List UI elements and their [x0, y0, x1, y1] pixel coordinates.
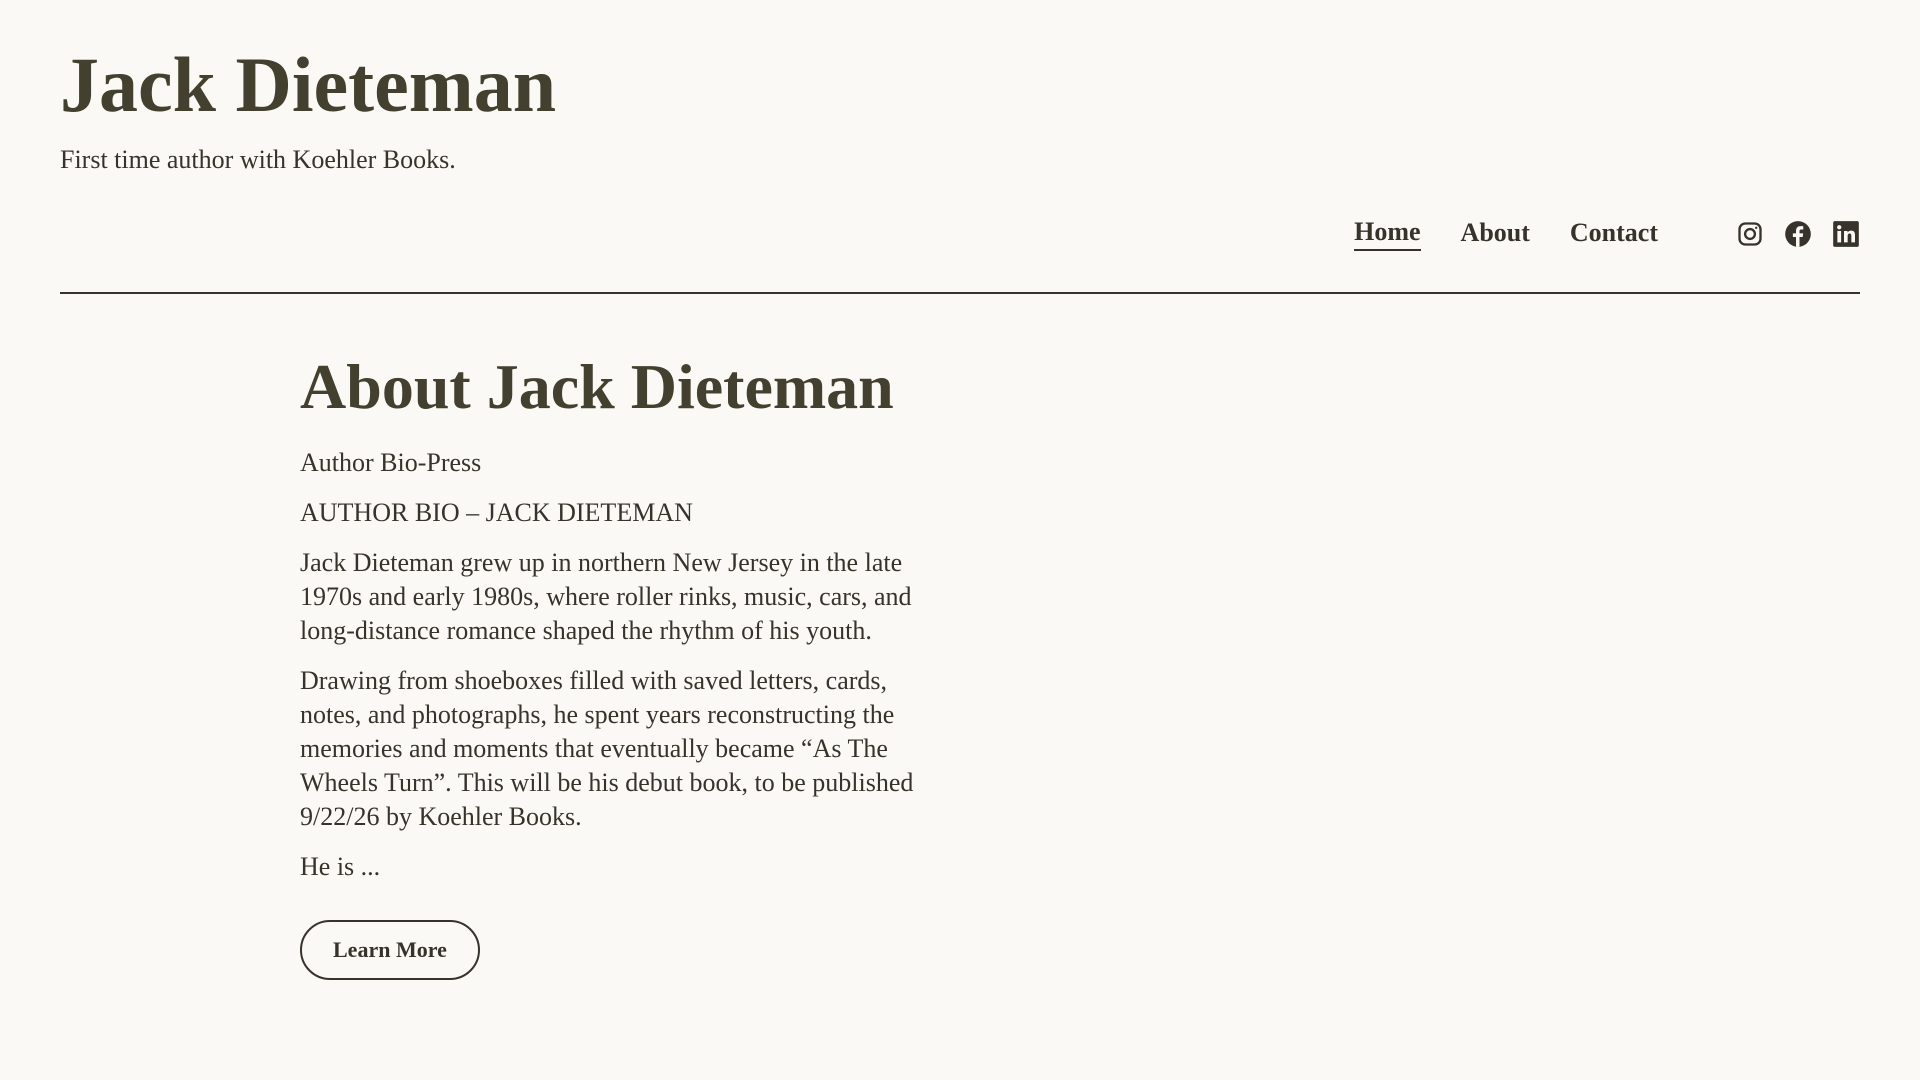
site-title[interactable]: Jack Dieteman: [60, 42, 556, 128]
instagram-icon[interactable]: [1736, 220, 1764, 248]
main-nav: Home About Contact: [1354, 216, 1860, 252]
nav-links: Home About Contact: [1354, 217, 1658, 251]
author-bio-title: AUTHOR BIO – JACK DIETEMAN: [300, 497, 693, 527]
bio-paragraph-3: He is ...: [300, 851, 381, 881]
page-heading: About Jack Dieteman: [300, 351, 894, 422]
social-links: [1736, 220, 1860, 248]
site-header: Jack Dieteman First time author with Koe…: [60, 0, 1860, 294]
nav-link-home[interactable]: Home: [1354, 217, 1421, 251]
bio-paragraph-1: Jack Dieteman grew up in northern New Je…: [300, 547, 912, 645]
nav-link-contact[interactable]: Contact: [1570, 218, 1658, 250]
site-tagline: First time author with Koehler Books.: [60, 145, 456, 174]
facebook-icon[interactable]: [1784, 220, 1812, 248]
linkedin-icon[interactable]: [1832, 220, 1860, 248]
nav-link-about[interactable]: About: [1461, 218, 1530, 250]
bio-paragraph-2: Drawing from shoeboxes filled with saved…: [300, 665, 914, 831]
main-content: About Jack Dieteman Author Bio-Press AUT…: [300, 350, 940, 980]
page: Jack Dieteman First time author with Koe…: [0, 0, 1920, 1080]
learn-more-button[interactable]: Learn More: [300, 919, 480, 980]
subheading-bio-press: Author Bio-Press: [300, 447, 482, 477]
